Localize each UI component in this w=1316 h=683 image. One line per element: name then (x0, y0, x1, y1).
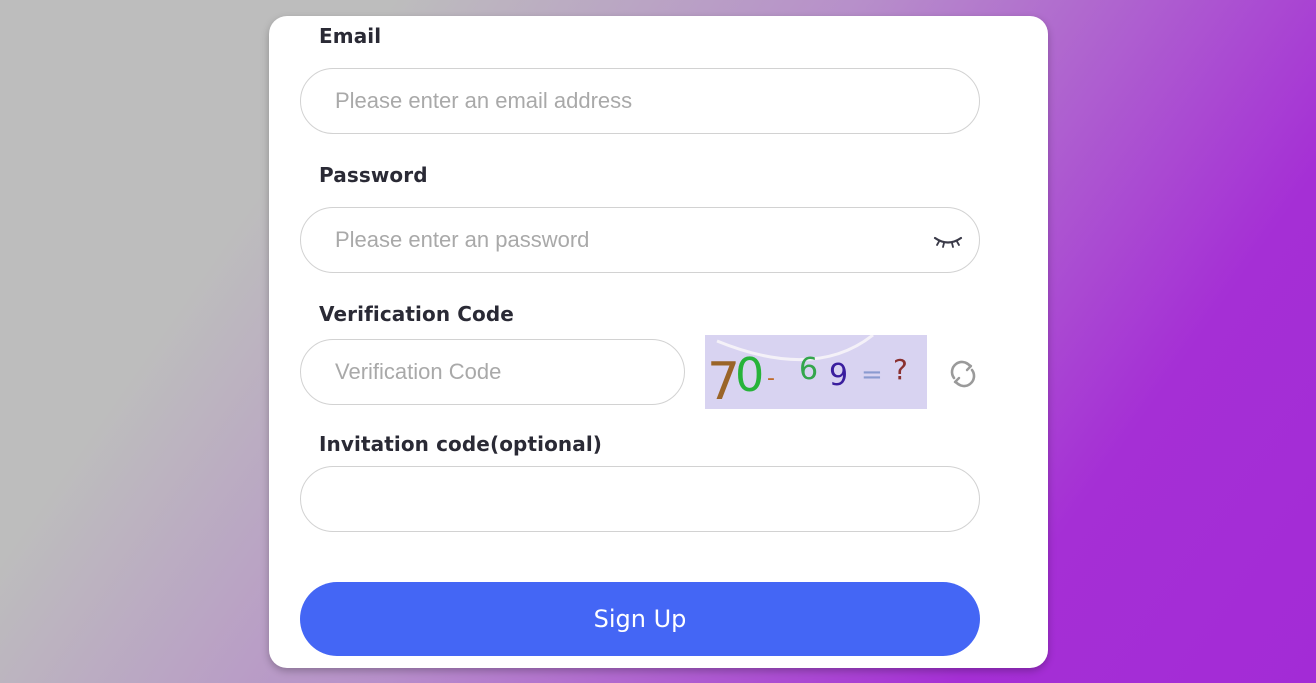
password-label: Password (319, 163, 428, 187)
refresh-icon[interactable] (946, 357, 980, 391)
verification-code-input[interactable] (335, 340, 628, 404)
eye-closed-icon[interactable] (931, 230, 965, 252)
captcha-char: 9 (829, 358, 848, 393)
captcha-char: 6 (799, 352, 818, 387)
captcha-canvas: 7 0 - 6 9 = ? (707, 335, 908, 409)
email-label: Email (319, 24, 382, 48)
verification-code-field-container[interactable] (300, 339, 685, 405)
sign-up-button[interactable]: Sign Up (300, 582, 980, 656)
captcha-char: - (767, 366, 775, 391)
password-input[interactable] (335, 208, 923, 272)
captcha-char: ? (893, 353, 908, 386)
signup-card: Email Password Verification Code 7 0 - 6… (269, 16, 1048, 668)
captcha-image[interactable]: 7 0 - 6 9 = ? (705, 335, 927, 409)
password-field-container[interactable] (300, 207, 980, 273)
verification-code-label: Verification Code (319, 302, 514, 326)
email-field-container[interactable] (300, 68, 980, 134)
captcha-char: 0 (735, 348, 764, 402)
email-input[interactable] (335, 69, 923, 133)
invitation-code-input[interactable] (335, 467, 923, 531)
captcha-char: = (861, 360, 883, 390)
invitation-code-field-container[interactable] (300, 466, 980, 532)
invitation-code-label: Invitation code(optional) (319, 432, 603, 456)
